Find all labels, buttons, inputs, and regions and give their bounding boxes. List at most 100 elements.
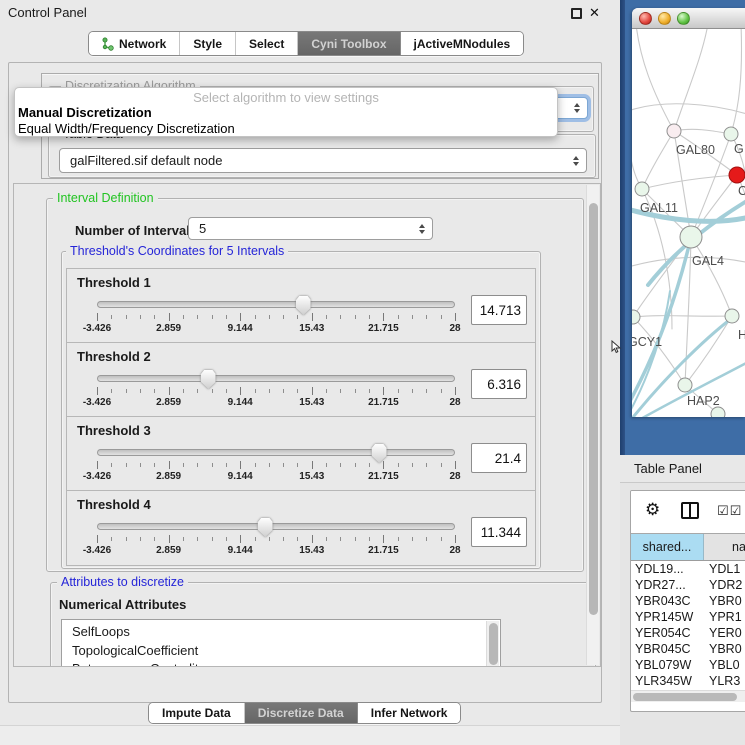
table-row[interactable]: YBL079WYBL0 (631, 657, 745, 673)
node-label: HAP2 (687, 394, 720, 408)
tick-mark (97, 535, 98, 543)
tick-mark (283, 315, 284, 319)
node-hap2[interactable] (678, 378, 692, 392)
tick-mark (226, 389, 227, 393)
tick-mark (326, 537, 327, 541)
tick-mark (111, 389, 112, 393)
split-column-icon[interactable] (681, 502, 699, 519)
hscroll-thumb[interactable] (633, 693, 737, 701)
dropdown-option[interactable]: Equal Width/Frequency Discretization (15, 121, 557, 137)
tab-label: Select (249, 37, 284, 51)
tab-cyni-toolbox[interactable]: Cyni Toolbox (297, 32, 399, 55)
number-of-intervals-value: 5 (199, 221, 206, 236)
threshold-slider-track[interactable] (97, 523, 455, 530)
float-window-icon[interactable] (571, 8, 582, 19)
numerical-attributes-list[interactable]: SelfLoopsTopologicalCoefficientBetweenne… (61, 619, 501, 667)
close-icon[interactable]: ✕ (589, 5, 600, 21)
threshold-slider-track[interactable] (97, 449, 455, 456)
dropdown-option[interactable]: Manual Discretization (15, 105, 557, 121)
tick-mark (183, 315, 184, 319)
tab-style[interactable]: Style (179, 32, 235, 55)
threshold-value-field[interactable] (471, 443, 527, 473)
threshold-value-field[interactable] (471, 369, 527, 399)
zoom-traffic-light-icon[interactable] (677, 12, 690, 25)
tick-label: 28 (449, 323, 460, 334)
table-data-combobox[interactable]: galFiltered.sif default node (59, 148, 587, 173)
tick-mark (269, 463, 270, 467)
network-edge (674, 29, 708, 131)
table-row[interactable]: YLR345WYLR3 (631, 673, 745, 689)
number-of-intervals-combobox[interactable]: 5 (188, 217, 433, 240)
table-row[interactable]: YDR27...YDR2 (631, 577, 745, 593)
slider-ticks (97, 387, 455, 396)
node-bottom-cut[interactable] (711, 407, 725, 417)
tick-mark (297, 389, 298, 393)
table-row[interactable]: YER054CYER0 (631, 625, 745, 641)
attribute-list-item[interactable]: BetweennessCentrality (62, 660, 500, 667)
network-canvas[interactable]: GAL80GGAL11CGAL4GCY1HHAP2 (632, 29, 745, 417)
table-row[interactable]: YPR145WYPR1 (631, 609, 745, 625)
tick-mark (269, 315, 270, 319)
tick-mark (97, 313, 98, 321)
column-header-shared-name[interactable]: shared... (631, 534, 704, 560)
tick-mark (412, 389, 413, 393)
tick-label: 15.43 (299, 323, 324, 334)
tick-label: 2.859 (156, 397, 181, 408)
tick-label: 9.144 (228, 397, 253, 408)
tab-jactivemnodules[interactable]: jActiveMNodules (400, 32, 524, 55)
tab-select[interactable]: Select (235, 32, 297, 55)
tick-mark (355, 315, 356, 319)
tick-mark (169, 387, 170, 395)
tick-mark (340, 389, 341, 393)
attribute-list-item[interactable]: TopologicalCoefficient (62, 642, 500, 661)
panel-scrollbar-thumb[interactable] (589, 203, 598, 615)
tick-mark (111, 463, 112, 467)
tick-mark (369, 463, 370, 467)
list-scrollbar[interactable] (486, 621, 499, 667)
list-scrollbar-thumb[interactable] (489, 623, 498, 665)
table-row[interactable]: YBR045CYBR0 (631, 641, 745, 657)
threshold-value-field[interactable] (471, 295, 527, 325)
cell-name: YBL0 (704, 657, 745, 673)
tick-mark (441, 463, 442, 467)
close-traffic-light-icon[interactable] (639, 12, 652, 25)
threshold-row: Threshold 4-3.4262.8599.14415.4321.71528 (66, 490, 536, 566)
control-panel-tabbar: NetworkStyle Select Cyni Toolbox jActiveMNo… (88, 31, 524, 56)
table-row[interactable]: YDL19...YDL1 (631, 561, 745, 577)
tick-mark (126, 463, 127, 467)
node-gcy1[interactable] (632, 310, 640, 324)
threshold-value-field[interactable] (471, 517, 527, 547)
table-horizontal-scrollbar[interactable] (631, 690, 745, 702)
numerical-attributes-label: Numerical Attributes (59, 597, 186, 612)
threshold-slider-track[interactable] (97, 375, 455, 382)
tab-impute-data[interactable]: Impute Data (149, 703, 244, 723)
tick-mark (340, 315, 341, 319)
tick-mark (441, 537, 442, 541)
column-header-name[interactable]: na (704, 534, 745, 560)
node-gal11[interactable] (635, 182, 649, 196)
attribute-list-item[interactable]: SelfLoops (62, 623, 500, 642)
tick-mark (111, 315, 112, 319)
panel-scrollbar[interactable] (586, 185, 599, 665)
dropdown-prompt: Select algorithm to view settings (15, 90, 557, 105)
table-row[interactable]: YBR043CYBR0 (631, 593, 745, 609)
node-gal80[interactable] (667, 124, 681, 138)
slider-ticks (97, 461, 455, 470)
gear-icon[interactable]: ⚙ (645, 500, 660, 520)
checkbox-icons[interactable]: ☑☑ (717, 504, 742, 519)
network-edge (636, 29, 674, 131)
node-red[interactable] (729, 167, 745, 183)
tick-mark (197, 389, 198, 393)
network-window-titlebar[interactable] (632, 8, 745, 29)
tab-label: jActiveMNodules (414, 37, 511, 51)
tab-discretize-data[interactable]: Discretize Data (244, 703, 357, 723)
tick-mark (326, 389, 327, 393)
node-gal4[interactable] (680, 226, 702, 248)
minimize-traffic-light-icon[interactable] (658, 12, 671, 25)
threshold-slider-track[interactable] (97, 301, 455, 308)
tick-label: 9.144 (228, 323, 253, 334)
node-right-h[interactable] (725, 309, 739, 323)
tab-network[interactable]: Network (89, 32, 179, 55)
node-top-right[interactable] (724, 127, 738, 141)
tab-infer-network[interactable]: Infer Network (357, 703, 461, 723)
